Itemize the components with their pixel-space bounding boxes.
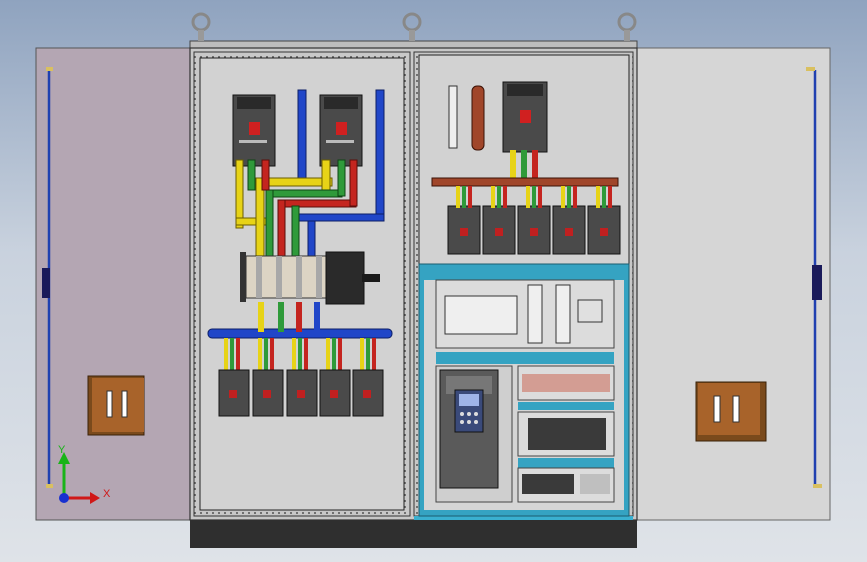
isolator-switch [240, 251, 380, 305]
lifting-eye-ring-icon [191, 12, 211, 32]
incomer-breaker [502, 81, 548, 153]
power-supply [555, 284, 571, 344]
feeder-breaker [252, 369, 284, 417]
control-panel [418, 263, 630, 517]
plc-module [444, 295, 518, 335]
feeder-breaker [286, 369, 318, 417]
right-door-handle-icon[interactable] [812, 265, 822, 300]
isolator-handle-icon [362, 274, 380, 282]
feeder-breakers-right [447, 205, 621, 255]
power-supply [527, 284, 543, 344]
cabinet-drawing: Y X [35, 12, 831, 548]
earth-bar [471, 85, 485, 151]
terminal-strip [448, 85, 458, 149]
feeder-breaker [319, 369, 351, 417]
lifting-eye-ring-icon [402, 12, 422, 32]
feeder-breaker [218, 369, 250, 417]
left-door-pocket [87, 375, 145, 436]
x-axis-label: X [103, 488, 111, 500]
right-door[interactable] [635, 47, 831, 521]
main-breaker-2 [319, 94, 363, 167]
feeder-breaker [352, 369, 384, 417]
copper-busbar [431, 177, 619, 187]
left-door-handle-icon[interactable] [42, 268, 50, 298]
main-breaker-1 [232, 94, 276, 167]
y-axis-label: Y [58, 444, 66, 456]
feeder-breakers-left [218, 369, 384, 417]
plinth [190, 520, 637, 548]
lifting-eye-ring-icon [617, 12, 637, 32]
right-door-pocket [695, 381, 767, 442]
variable-frequency-drive [439, 369, 499, 489]
z-axis-dot [59, 493, 69, 503]
